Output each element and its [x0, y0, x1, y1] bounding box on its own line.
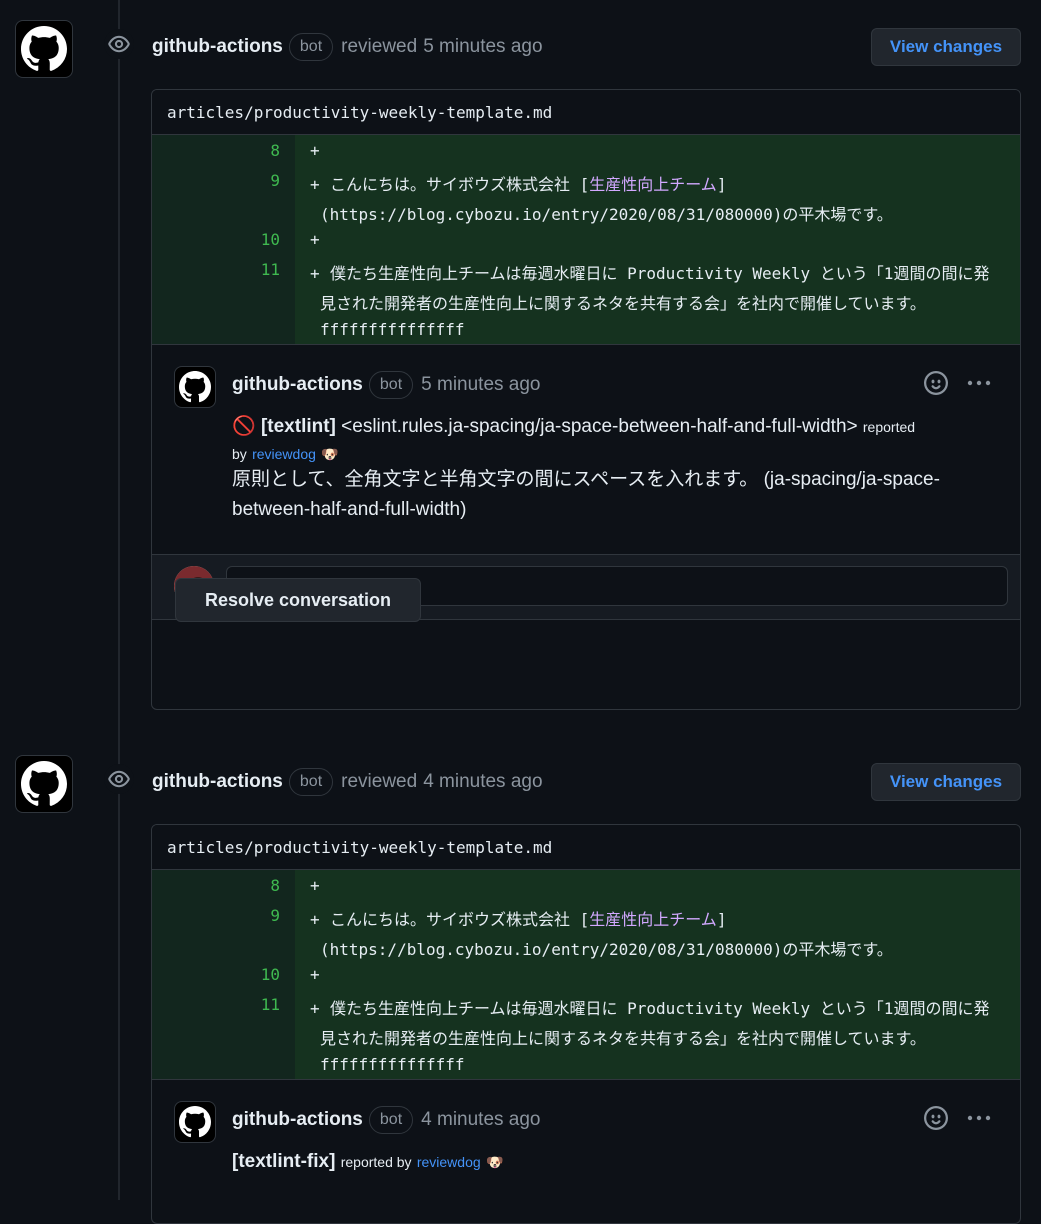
line-number[interactable]: 11	[152, 995, 280, 1014]
comment-avatar[interactable]	[174, 366, 216, 408]
github-logo-icon	[21, 761, 67, 806]
view-changes-button[interactable]: View changes	[871, 763, 1021, 801]
github-logo-icon	[21, 26, 67, 71]
reviewdog-link[interactable]: reviewdog	[417, 1154, 481, 1170]
comment-actions	[924, 1106, 992, 1130]
dog-icon: 🐶	[485, 1154, 504, 1170]
diff-link-text: 生産性向上チーム	[589, 910, 717, 929]
comment-message: 原則として、全角文字と半角文字の間にスペースを入れます。 (ja-spacing…	[232, 469, 940, 520]
diff-line: + 僕たち生産性向上チームは毎週水曜日に Productivity Weekly …	[310, 999, 990, 1018]
line-number[interactable]: 8	[152, 876, 280, 895]
github-logo-icon	[179, 371, 211, 403]
line-number[interactable]: 8	[152, 141, 280, 160]
diff-line: +	[310, 876, 320, 895]
bot-badge: bot	[288, 33, 334, 61]
diff-line: fffffffffffffff	[320, 1055, 465, 1074]
diff-line: (https://blog.cybozu.io/entry/2020/08/31…	[320, 940, 893, 959]
rule-name: <eslint.rules.ja-spacing/ja-space-betwee…	[341, 416, 858, 437]
diff-link-text: 生産性向上チーム	[589, 175, 717, 194]
eye-icon	[104, 29, 134, 59]
resolve-conversation-button[interactable]: Resolve conversation	[175, 578, 421, 622]
comment-header: github-actions bot 5 minutes ago	[232, 370, 541, 400]
eye-icon	[104, 764, 134, 794]
line-number[interactable]: 9	[152, 171, 280, 190]
comment-body: 🚫 [textlint] <eslint.rules.ja-spacing/ja…	[232, 413, 996, 525]
file-path[interactable]: articles/productivity-weekly-template.md	[152, 90, 1020, 135]
review-item: github-actions bot reviewed 4 minutes ag…	[0, 735, 1041, 1224]
review-action: reviewed	[341, 771, 418, 792]
line-number[interactable]: 10	[152, 230, 280, 249]
textlint-fix-tag: [textlint-fix]	[232, 1151, 336, 1172]
diff-line: 見された開発者の生産性向上に関するネタを共有する会」を社内で開催しています。	[320, 294, 926, 313]
diff-line: + 僕たち生産性向上チームは毎週水曜日に Productivity Weekly …	[310, 264, 990, 283]
review-comment: github-actions bot 4 minutes ago [textli…	[152, 1079, 1020, 1223]
textlint-tag: [textlint]	[260, 416, 336, 437]
github-avatar[interactable]	[15, 755, 73, 813]
comment-author[interactable]: github-actions	[232, 374, 363, 396]
diff-line: +	[310, 965, 320, 984]
review-time[interactable]: 5 minutes ago	[423, 36, 542, 58]
no-entry-icon: 🚫	[232, 416, 256, 437]
review-author[interactable]: github-actions	[152, 36, 283, 58]
comment-header: github-actions bot 4 minutes ago	[232, 1105, 541, 1135]
comment-time[interactable]: 5 minutes ago	[421, 374, 540, 396]
comment-actions	[924, 371, 992, 395]
reported-label: reported	[862, 419, 916, 435]
review-comment: github-actions bot 5 minutes ago 🚫 [text…	[152, 344, 1020, 620]
diff-line: +	[310, 230, 320, 249]
file-review-box: articles/productivity-weekly-template.md…	[151, 824, 1021, 1224]
diff-line: 見された開発者の生産性向上に関するネタを共有する会」を社内で開催しています。	[320, 1029, 926, 1048]
diff-line: fffffffffffffff	[320, 320, 465, 339]
dog-icon: 🐶	[321, 446, 339, 462]
bot-badge: bot	[368, 1106, 414, 1134]
comment-body: [textlint-fix] reported by reviewdog 🐶	[232, 1148, 996, 1176]
diff-hunk: 8 9 10 11 + + こんにちは。サイボウズ株式会社 [生産性向上チーム] …	[152, 870, 1020, 1079]
review-header: github-actions bot reviewed 5 minutes ag…	[152, 31, 543, 63]
kebab-horizontal-icon[interactable]	[966, 371, 992, 395]
smiley-icon[interactable]	[924, 371, 948, 395]
github-logo-icon	[179, 1106, 211, 1138]
by-label: by	[232, 446, 247, 462]
diff-line: + こんにちは。サイボウズ株式会社 [生産性向上チーム]	[310, 910, 727, 929]
smiley-icon[interactable]	[924, 1106, 948, 1130]
line-number[interactable]: 10	[152, 965, 280, 984]
comment-time[interactable]: 4 minutes ago	[421, 1109, 540, 1131]
review-item: github-actions bot reviewed 5 minutes ag…	[0, 0, 1041, 720]
reported-by-label: reported by	[340, 1154, 412, 1170]
github-avatar[interactable]	[15, 20, 73, 78]
diff-line: + こんにちは。サイボウズ株式会社 [生産性向上チーム]	[310, 175, 727, 194]
kebab-horizontal-icon[interactable]	[966, 1106, 992, 1130]
reviewdog-link[interactable]: reviewdog	[252, 446, 316, 462]
file-path[interactable]: articles/productivity-weekly-template.md	[152, 825, 1020, 870]
review-header: github-actions bot reviewed 4 minutes ag…	[152, 766, 543, 798]
review-time[interactable]: 4 minutes ago	[423, 771, 542, 793]
line-number[interactable]: 9	[152, 906, 280, 925]
comment-avatar[interactable]	[174, 1101, 216, 1143]
line-number[interactable]: 11	[152, 260, 280, 279]
resolve-section: Resolve conversation	[152, 555, 1020, 648]
comment-author[interactable]: github-actions	[232, 1109, 363, 1131]
review-action: reviewed	[341, 36, 418, 57]
diff-line: +	[310, 141, 320, 160]
review-author[interactable]: github-actions	[152, 771, 283, 793]
diff-hunk: 8 9 10 11 + + こんにちは。サイボウズ株式会社 [生産性向上チーム] …	[152, 135, 1020, 344]
bot-badge: bot	[368, 371, 414, 399]
diff-line: (https://blog.cybozu.io/entry/2020/08/31…	[320, 205, 893, 224]
file-review-box: articles/productivity-weekly-template.md…	[151, 89, 1021, 710]
view-changes-button[interactable]: View changes	[871, 28, 1021, 66]
bot-badge: bot	[288, 768, 334, 796]
